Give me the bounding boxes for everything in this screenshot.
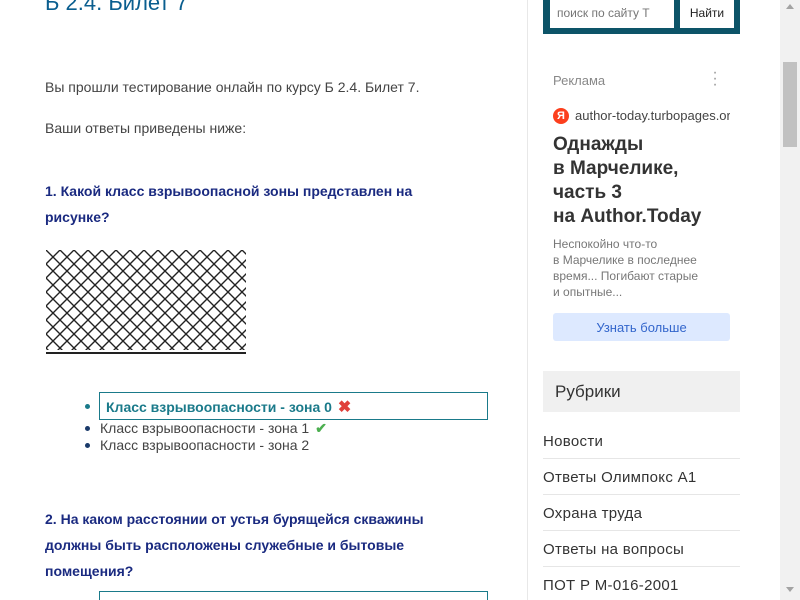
bullet [85,426,90,431]
rubrics-list: Новости Ответы Олимпокс А1 Охрана труда … [543,423,740,600]
page-scrollbar[interactable] [780,0,800,600]
question-text: Какой класс взрывоопасной зоны представл… [45,183,413,225]
rubric-item[interactable]: Ответы Олимпокс А1 [543,459,740,495]
answer-selected[interactable]: Класс взрывоопасности - зона 0 ✖ [80,392,488,420]
crosshatch-image [46,250,246,350]
question-2: 2. На каком расстоянии от устья бурящейс… [45,506,465,584]
rubrics-header: Рубрики [543,371,740,412]
answer-option[interactable]: Класс взрывоопасности - зона 2 [80,437,327,454]
question-text: На каком расстоянии от устья бурящейся с… [45,511,424,579]
scroll-up-arrow-icon[interactable] [786,4,794,9]
sidebar: Найти Реклама ··· Я author-today.turbopa… [528,0,780,600]
main-content: Б 2.4. Билет 7 Вы прошли тестирование он… [0,0,528,600]
search-button[interactable]: Найти [680,0,734,28]
ad-label: Реклама [553,73,606,88]
more-vertical-icon[interactable]: · · · [711,65,719,93]
cross-icon: ✖ [337,399,352,416]
learn-more-button[interactable]: Узнать больше [553,313,730,341]
question-number: 2. [45,511,57,527]
rubric-item[interactable]: Новости [543,423,740,459]
rubric-item[interactable]: Охрана труда [543,495,740,531]
search-input[interactable] [550,0,674,28]
scroll-down-arrow-icon[interactable] [786,587,794,592]
answer-text: Класс взрывоопасности - зона 2 [100,437,310,453]
ad-description: Неспокойно что-то в Марчелике в последне… [553,237,699,299]
answer-text: Класс взрывоопасности - зона 0 [106,399,332,415]
bullet [85,443,90,448]
answer-text: Класс взрывоопасности - зона 1 [100,420,310,436]
scroll-thumb[interactable] [783,62,797,147]
yandex-logo-icon: Я [553,108,569,124]
rubric-item[interactable]: ПОТ Р М-016-2001 [543,567,740,600]
selected-answer-box[interactable] [99,591,488,600]
question-number: 1. [45,183,57,199]
answer-list-1: Класс взрывоопасности - зона 0 ✖ Класс вз… [80,392,488,454]
answer-option[interactable]: Класс взрывоопасности - зона 1 ✔ [80,420,327,437]
question-1: 1. Какой класс взрывоопасной зоны предст… [45,178,465,230]
ad-headline[interactable]: Однажды в Марчелике, часть 3 на Author.T… [553,133,728,229]
bullet [85,404,90,409]
page-title: Б 2.4. Билет 7 [45,0,188,15]
ad-domain[interactable]: author-today.turbopages.org [575,108,730,123]
intro-text: Вы прошли тестирование онлайн по курсу Б… [45,79,420,95]
rubrics-title: Рубрики [555,382,621,401]
zone-hatch-figure [46,250,246,354]
check-icon: ✔ [315,420,327,436]
answers-note: Ваши ответы приведены ниже: [45,120,247,136]
search-form: Найти [543,0,740,34]
rubric-item[interactable]: Ответы на вопросы [543,531,740,567]
